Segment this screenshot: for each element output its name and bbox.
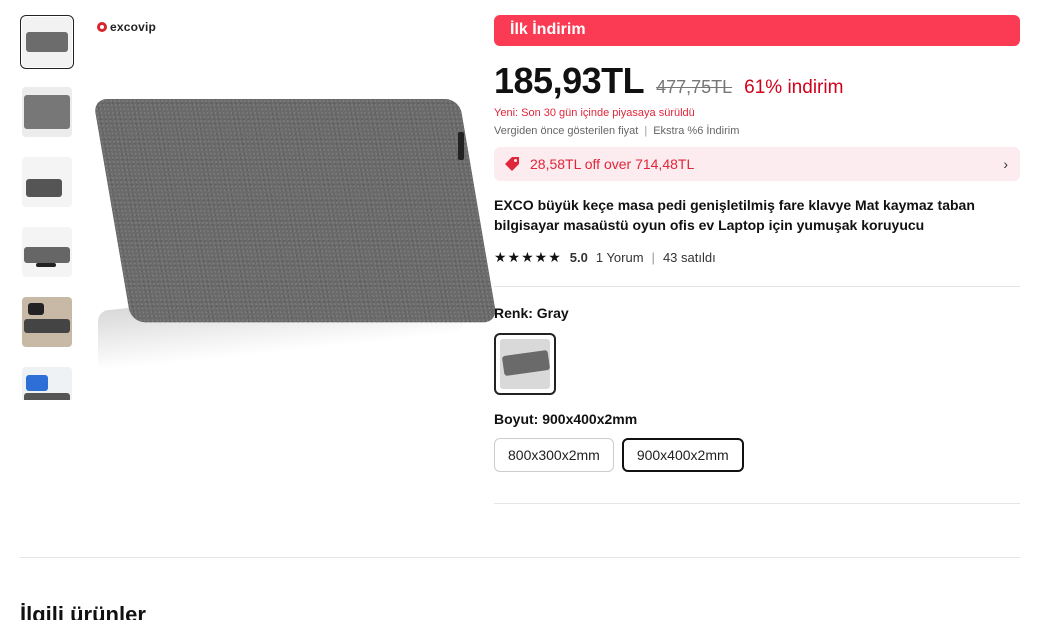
separator: | [644,125,648,137]
product-info: İlk İndirim 185,93TL 477,75TL 61% indiri… [494,15,1020,504]
old-price: 477,75TL [656,77,733,97]
color-swatch-gray[interactable] [494,333,556,395]
thumbnail-6[interactable] [22,367,72,400]
swatch-mat [501,349,550,377]
related-products-title: İlgili ürünler [20,602,146,620]
swatch-image [500,339,550,389]
size-option-800x300[interactable]: 800x300x2mm [494,438,614,472]
thumbnail-strip [20,15,74,400]
main-product-image[interactable] [88,92,498,372]
page-divider [20,557,1020,558]
chevron-right-icon: › [1003,156,1008,172]
rating-row: ★★★★★ 5.0 1 Yorum | 43 satıldı [494,249,1020,266]
thumbnail-1[interactable] [20,15,74,69]
size-label: Boyut: 900x400x2mm [494,411,638,427]
rating-score: 5.0 [569,250,588,265]
new-notice: Yeni: Son 30 gün içinde piyasaya sürüldü [494,107,695,119]
tag-icon [505,157,519,171]
price-row: 185,93TL 477,75TL 61% indirim [494,60,1020,102]
size-options: 800x300x2mm 900x400x2mm [494,438,1020,472]
thumbnail-5[interactable] [22,297,72,347]
coupon-text: 28,58TL off over 714,48TL [530,156,695,172]
sold-count: 43 satıldı [662,250,716,265]
brand-logo-icon [97,22,107,32]
thumbnail-2[interactable] [22,87,72,137]
brand-name: excovip [110,20,157,34]
coupon-banner[interactable]: 28,58TL off over 714,48TL › [494,147,1020,181]
tax-note: Vergiden önce gösterilen fiyat [494,125,639,137]
separator: | [651,250,655,265]
divider [494,286,1020,287]
thumbnail-3[interactable] [22,157,72,207]
current-price: 185,93TL [494,60,645,101]
promo-banner: İlk İndirim [494,15,1020,46]
divider [494,503,1020,504]
discount-label: 61% indirim [744,77,844,98]
product-title: EXCO büyük keçe masa pedi genişletilmiş … [494,197,975,233]
reviews-link[interactable]: 1 Yorum [596,250,644,265]
mat-edge-tab [458,132,464,160]
brand-logo: excovip [97,20,156,34]
tax-row: Vergiden önce gösterilen fiyat | Ekstra … [494,125,1020,137]
star-rating-icon: ★★★★★ [494,249,562,265]
size-option-900x400[interactable]: 900x400x2mm [621,438,744,472]
color-label: Renk: Gray [494,305,569,321]
desk-mat [93,99,498,323]
thumbnail-4[interactable] [22,227,72,277]
extra-discount: Ekstra %6 İndirim [653,125,740,137]
